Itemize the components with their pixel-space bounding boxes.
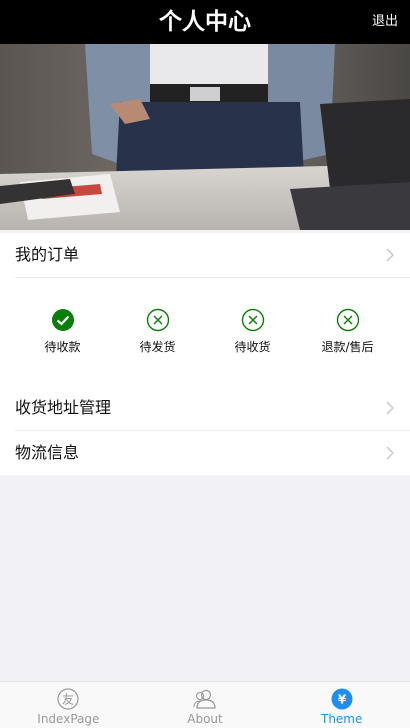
tab-label: IndexPage bbox=[37, 712, 100, 726]
logistics-info-label: 物流信息 bbox=[15, 443, 80, 462]
people-icon bbox=[193, 689, 216, 709]
cross-circle-icon bbox=[146, 308, 169, 332]
status-label: 待收款 bbox=[44, 340, 81, 354]
status-label: 待发货 bbox=[139, 340, 176, 354]
check-circle-icon bbox=[51, 309, 74, 331]
status-pending-payment[interactable]: 待收款 bbox=[15, 278, 110, 386]
page-title: 个人中心 bbox=[159, 9, 251, 35]
tab-about[interactable]: About bbox=[137, 682, 274, 728]
status-label: 退款/售后 bbox=[321, 340, 374, 354]
header-bar: 个人中心 退出 bbox=[0, 0, 410, 44]
tab-theme[interactable]: ¥ Theme bbox=[273, 682, 410, 728]
order-status-grid: 待收款 待发货 待收货 退款/售后 bbox=[0, 278, 410, 386]
address-management-row[interactable]: 收货地址管理 bbox=[0, 386, 410, 430]
status-label: 待收货 bbox=[234, 340, 271, 354]
yen-icon: ¥ bbox=[331, 688, 353, 710]
cross-circle-icon bbox=[241, 308, 264, 332]
tab-indexpage[interactable]: 友 IndexPage bbox=[0, 682, 137, 728]
my-orders-row[interactable]: 我的订单 bbox=[0, 233, 410, 277]
my-orders-label: 我的订单 bbox=[15, 245, 80, 264]
logistics-info-row[interactable]: 物流信息 bbox=[0, 431, 410, 475]
status-pending-receipt[interactable]: 待收货 bbox=[205, 278, 300, 386]
chevron-right-icon bbox=[386, 401, 394, 415]
logout-button[interactable]: 退出 bbox=[372, 0, 398, 44]
menu-card: 收货地址管理 物流信息 bbox=[0, 386, 410, 475]
bottom-tab-bar: 友 IndexPage About ¥ Theme bbox=[0, 681, 410, 728]
chevron-right-icon bbox=[386, 248, 394, 262]
chevron-right-icon bbox=[386, 446, 394, 460]
svg-text:¥: ¥ bbox=[337, 693, 346, 707]
cross-circle-icon bbox=[336, 308, 359, 332]
svg-text:友: 友 bbox=[62, 693, 74, 707]
tab-label: Theme bbox=[320, 712, 363, 726]
status-pending-shipment[interactable]: 待发货 bbox=[110, 278, 205, 386]
profile-banner-image bbox=[0, 44, 410, 230]
orders-card: 我的订单 待收款 待发货 待收货 退款/售后 bbox=[0, 233, 410, 386]
tab-label: About bbox=[187, 712, 223, 726]
status-refund-aftersale[interactable]: 退款/售后 bbox=[300, 278, 395, 386]
friend-circle-icon: 友 bbox=[57, 688, 79, 710]
address-management-label: 收货地址管理 bbox=[15, 398, 112, 417]
